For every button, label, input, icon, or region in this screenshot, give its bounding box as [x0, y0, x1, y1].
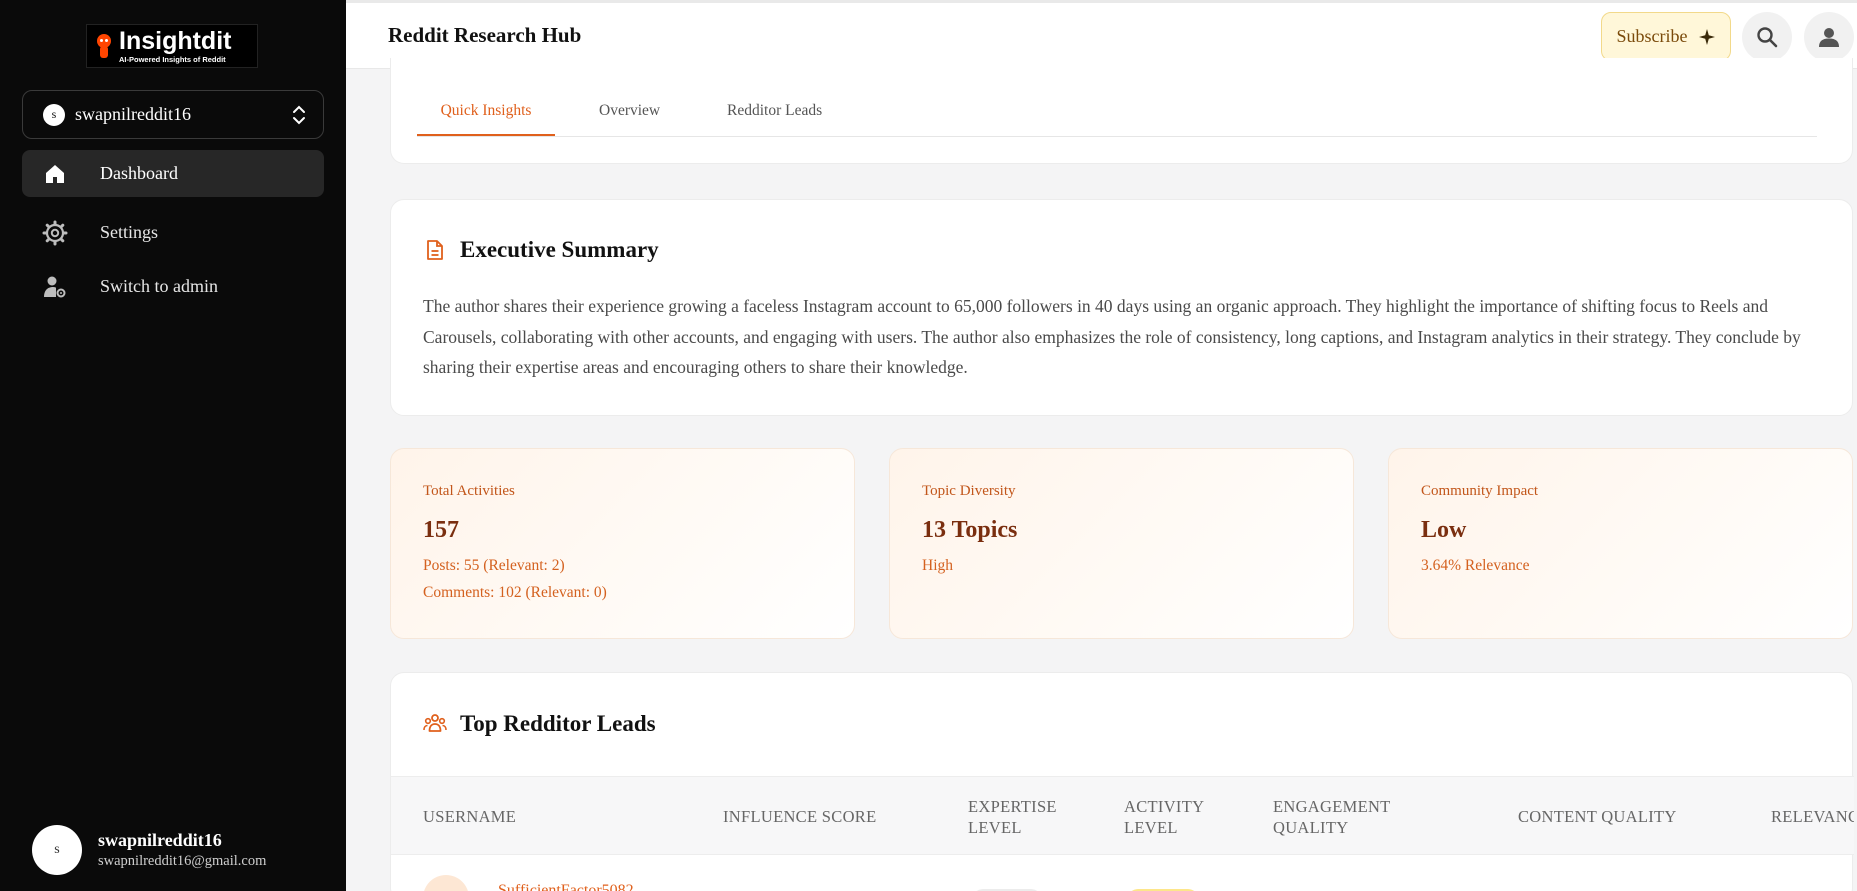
search-icon: [1757, 27, 1778, 48]
sidebar-item-settings[interactable]: Settings: [22, 209, 324, 256]
document-icon: [427, 240, 443, 260]
subscribe-label: Subscribe: [1616, 26, 1688, 46]
stat-detail: High: [922, 557, 953, 574]
stat-detail: Posts: 55 (Relevant: 2): [423, 557, 565, 574]
search-button[interactable]: [1742, 12, 1792, 62]
page-title: Reddit Research Hub: [388, 23, 582, 47]
reddit-alien-icon: [95, 32, 113, 60]
home-icon: [42, 161, 68, 187]
account-avatar: s: [43, 103, 65, 126]
tab-label: Overview: [599, 102, 661, 119]
lead-username-link[interactable]: SufficientFactor5082: [498, 882, 634, 891]
sidebar-item-switch-admin[interactable]: Switch to admin: [22, 263, 324, 310]
stat-label: Topic Diversity: [922, 483, 1016, 499]
user-name: swapnilreddit16: [98, 830, 222, 850]
avatar: s: [32, 825, 82, 875]
sidebar-item-label: Dashboard: [100, 163, 178, 183]
user-icon: [1819, 28, 1839, 47]
user-profile-card[interactable]: s swapnilreddit16 swapnilreddit16@gmail.…: [32, 825, 266, 875]
table-header: USERNAME INFLUENCE SCORE EXPERTISE LEVEL…: [391, 776, 1854, 855]
sidebar-item-label: Switch to admin: [100, 276, 218, 296]
stat-value: 157: [423, 517, 459, 543]
top-leads-card: Top Redditor Leads USERNAME INFLUENCE SC…: [390, 672, 1854, 891]
stat-card-topic-diversity: Topic Diversity 13 Topics High: [889, 448, 1354, 639]
stat-label: Community Impact: [1421, 483, 1539, 499]
users-icon: [423, 714, 447, 732]
account-name: swapnilreddit16: [75, 104, 191, 124]
tab-quick-insights[interactable]: Quick Insights: [417, 102, 555, 136]
tab-overview[interactable]: Overview: [599, 102, 660, 134]
stat-value: 13 Topics: [922, 517, 1018, 543]
stat-card-community-impact: Community Impact Low 3.64% Relevance: [1388, 448, 1853, 639]
column-header[interactable]: INFLUENCE SCORE: [723, 806, 876, 827]
user-email: swapnilreddit16@gmail.com: [98, 853, 267, 869]
tab-redditor-leads[interactable]: Redditor Leads: [727, 102, 822, 134]
logo-name: Insightdit: [119, 26, 232, 55]
avatar: [423, 875, 469, 891]
stat-value: Low: [1421, 517, 1467, 543]
sparkle-icon: [1698, 28, 1715, 45]
logo-tagline: AI-Powered Insights of Reddit: [119, 54, 226, 64]
sidebar: Insightdit AI-Powered Insights of Reddit…: [0, 0, 346, 891]
tabs-card: Quick Insights Overview Redditor Leads: [390, 58, 1853, 164]
column-header[interactable]: ENGAGEMENT QUALITY: [1273, 796, 1403, 838]
account-switcher[interactable]: s swapnilreddit16: [22, 90, 324, 139]
summary-text: The author shares their experience growi…: [423, 296, 1801, 377]
app-logo[interactable]: Insightdit AI-Powered Insights of Reddit: [86, 24, 258, 68]
profile-button[interactable]: [1804, 12, 1854, 62]
stat-card-total-activities: Total Activities 157 Posts: 55 (Relevant…: [390, 448, 855, 639]
column-header[interactable]: USERNAME: [423, 806, 516, 827]
chevron-up-down-icon: [293, 105, 305, 125]
column-header[interactable]: ACTIVITY LEVEL: [1124, 796, 1224, 838]
sidebar-item-label: Settings: [100, 222, 159, 242]
section-title: Top Redditor Leads: [460, 711, 656, 736]
gear-icon: [42, 220, 68, 246]
user-gear-icon: [42, 274, 68, 300]
tab-label: Redditor Leads: [727, 102, 823, 119]
column-header[interactable]: CONTENT QUALITY: [1518, 806, 1677, 827]
stat-detail: Comments: 102 (Relevant: 0): [423, 584, 607, 601]
executive-summary-card: Executive Summary The author shares thei…: [390, 199, 1853, 416]
stat-detail: 3.64% Relevance: [1421, 557, 1530, 574]
column-header[interactable]: RELEVANC: [1771, 806, 1854, 827]
column-header[interactable]: EXPERTISE LEVEL: [968, 796, 1078, 838]
sidebar-item-dashboard[interactable]: Dashboard: [22, 150, 324, 197]
subscribe-button[interactable]: Subscribe: [1601, 12, 1731, 61]
section-title: Executive Summary: [460, 237, 659, 262]
tab-label: Quick Insights: [440, 102, 532, 119]
stat-label: Total Activities: [423, 483, 515, 499]
